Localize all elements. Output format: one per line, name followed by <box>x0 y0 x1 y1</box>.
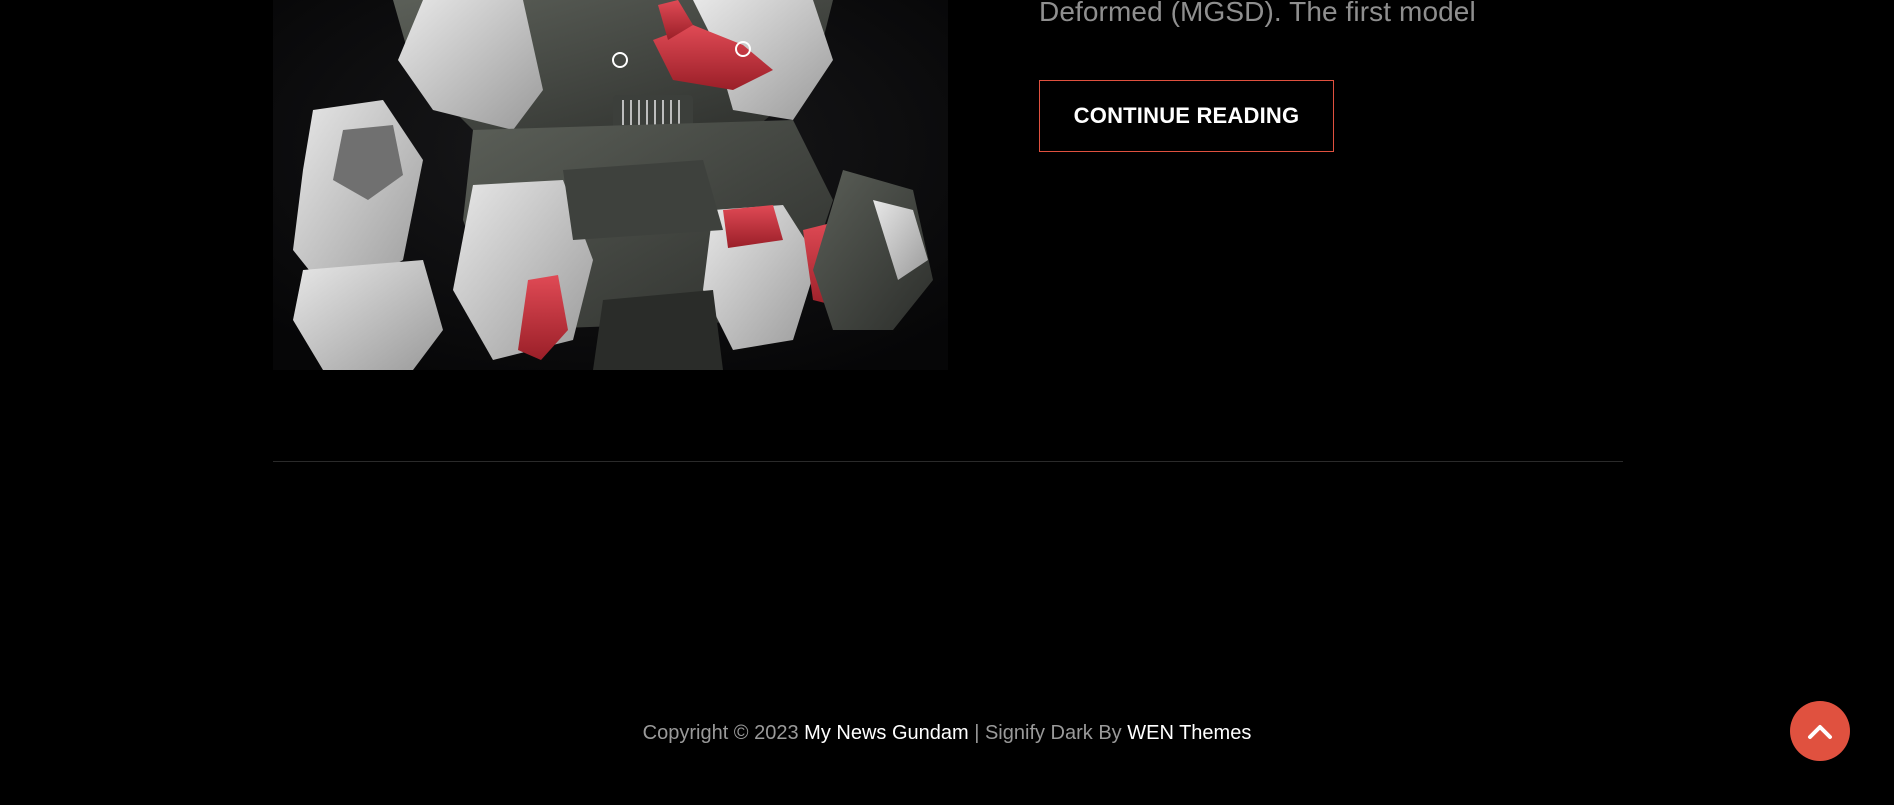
theme-credit-text: | Signify Dark By <box>968 722 1128 744</box>
gundam-model-image <box>273 0 948 370</box>
footer-copyright: Copyright © 2023 My News Gundam | Signif… <box>0 722 1894 745</box>
theme-author-link[interactable]: WEN Themes <box>1127 722 1251 744</box>
page: Deformed (MGSD). The first model CONTINU… <box>0 0 1894 805</box>
continue-reading-button[interactable]: CONTINUE READING <box>1039 80 1334 152</box>
copyright-prefix: Copyright © 2023 <box>642 722 805 744</box>
scroll-to-top-button[interactable] <box>1790 701 1850 761</box>
site-name-link[interactable]: My News Gundam <box>804 722 969 744</box>
featured-image[interactable] <box>273 0 948 370</box>
chevron-up-icon <box>1808 725 1832 739</box>
content-divider <box>273 461 1623 462</box>
post-excerpt: Deformed (MGSD). The first model <box>1039 0 1476 27</box>
